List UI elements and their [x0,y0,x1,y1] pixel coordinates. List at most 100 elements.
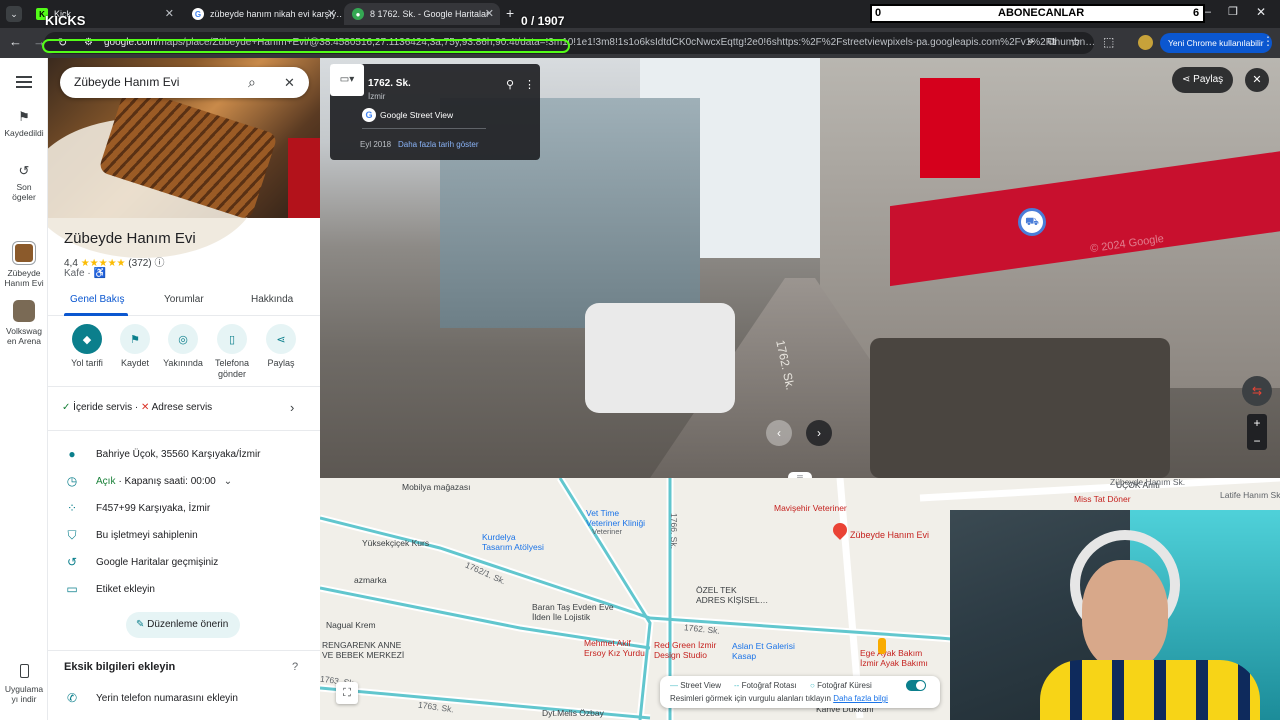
close-window-icon[interactable]: ✕ [1256,5,1266,19]
profile-avatar[interactable] [1138,35,1153,50]
restore-icon[interactable]: ❐ [1228,5,1238,18]
phone-icon [19,664,29,678]
rail-saved[interactable]: ⚑ Kaydedildi [0,109,48,138]
shield-icon: ⛉ [67,527,77,542]
tab-search-icon[interactable]: ⌄ [6,6,22,22]
back-icon[interactable]: ← [9,34,22,49]
map-label-zubeyde[interactable]: Zübeyde Hanım Evi [850,530,929,540]
map-label-yuksekcicek[interactable]: Yüksekçiçek Kurs [362,538,429,548]
tab-search[interactable]: G zübeyde hanım nikah evi karşıy… ✕ [184,3,342,25]
fullscreen-icon[interactable]: ⛶ [336,682,358,704]
action-directions[interactable]: ◆ Yol tarifi [62,324,112,368]
legend-sv: — Street View [670,681,721,690]
tab-maps[interactable]: ● 8 1762. Sk. - Google Haritalar ✕ [344,3,500,25]
action-share[interactable]: ⋖ Paylaş [256,324,306,368]
review-count[interactable]: (372) [128,258,151,269]
new-tab-icon[interactable]: + [506,5,514,21]
map-label-mavisehir[interactable]: Mavişehir Veteriner [774,503,847,513]
bookmark-star-icon[interactable]: ☆ [1070,35,1081,49]
subs-goal-left: 0 [875,7,882,19]
category: Kafe · [64,268,91,279]
rail-recent-label: Son ögeler [12,182,36,202]
map-label-azmarka[interactable]: azmarka [354,575,387,585]
search-icon[interactable]: ⌕ [248,67,256,98]
rail-recent[interactable]: ↺ Son ögeler [0,164,48,202]
info-icon[interactable]: ⓘ [154,258,164,269]
help-icon[interactable]: ? [292,661,298,673]
legend-more-link[interactable]: Daha fazla bilgi [833,694,888,703]
tab-reviews[interactable]: Yorumlar [164,294,204,305]
service-row[interactable]: ✓ İçeride servis · ✕ Adrese servis › [62,400,312,415]
street-label-1766: 1766. Sk. [668,513,679,549]
clear-search-icon[interactable]: ✕ [284,67,295,98]
rail-place-volkswagen[interactable]: Volkswag en Arena [0,300,48,346]
sv-close-button[interactable]: ✕ [1245,68,1269,92]
legend-toggle[interactable] [906,680,926,691]
sv-pin-icon[interactable]: ⚲ [506,78,514,91]
sv-more-icon[interactable]: ⋮ [524,78,535,91]
search-input-value: Zübeyde Hanım Evi [74,75,180,89]
action-label: Paylaş [267,358,295,368]
map-label-vettime[interactable]: Vet Time Veteriner Kliniği [586,508,645,528]
label: Etiket ekleyin [96,583,155,595]
compass-icon[interactable]: ⇆ [1242,376,1272,406]
close-tab-icon[interactable]: ✕ [327,7,336,20]
sv-source: Google Street View [380,110,454,120]
sv-prev-arrow[interactable]: ‹ [766,420,792,446]
chevron-right-icon: › [290,400,295,415]
map-label-misstat[interactable]: Miss Tat Döner [1074,494,1131,504]
location-pin-icon: ● [68,447,76,461]
sv-flag [920,78,980,178]
search-input[interactable]: Zübeyde Hanım Evi ⌕ ✕ [60,67,309,98]
map-label-nagual[interactable]: Nagual Krem [326,620,376,630]
rail-place-zubeyde[interactable]: Zübeyde Hanım Evi [0,242,48,288]
map-label-kurdelya[interactable]: Kurdelya Tasarım Atölyesi [482,532,544,552]
chrome-menu-icon[interactable]: ⋮ [1262,34,1274,48]
add-phone-row[interactable]: ✆ Yerin telefon numarasını ekleyin [48,685,320,711]
pegman-icon[interactable] [878,638,886,654]
action-save[interactable]: ⚑ Kaydet [110,324,160,368]
maps-pin-icon: ● [352,8,364,20]
action-nearby[interactable]: ◎ Yakınında [158,324,208,368]
extensions-icon[interactable]: ⬚ [1103,35,1114,49]
map-label-aslan[interactable]: Aslan Et Galerisi Kasap [732,641,795,661]
map-label-ozeltek[interactable]: ÖZEL TEK ADRES KİŞİSEL… [696,585,768,605]
tab-overview[interactable]: Genel Bakış [70,294,124,305]
plus-code-row[interactable]: ⁘ F457+99 Karşıyaka, İzmir [48,495,320,521]
tab-about[interactable]: Hakkında [251,294,293,305]
subs-goal-right: 6 [1193,7,1200,19]
address-row[interactable]: ● Bahriye Üçok, 35560 Karşıyaka/İzmir [48,441,320,467]
zoom-out-button[interactable]: − [1247,432,1267,450]
map-label-mobilya[interactable]: Mobilya mağazası [402,482,471,492]
zoom-in-button[interactable]: + [1247,414,1267,432]
street-view[interactable]: 1762. Sk. © 2024 Google ▭▾ 1762. Sk. İzm… [320,58,1280,478]
plus-code-icon: ⁘ [66,501,78,515]
action-send-phone[interactable]: ▯ Telefona gönder [206,324,258,380]
close-tab-icon[interactable]: ✕ [485,7,494,20]
hours-row[interactable]: ◷ Açık · Kapanış saati: 00:00 ⌄ [48,468,320,494]
hamburger-menu-icon[interactable] [16,76,32,88]
install-icon[interactable]: ⧉ [1048,36,1056,49]
map-label-melis[interactable]: Dyt.Melis Özbay [542,708,604,718]
map-label-mehmetakif[interactable]: Mehmet Akif Ersoy Kız Yurdu [584,638,645,658]
bookmark-icon: ⚑ [18,109,30,124]
sv-share-button[interactable]: ⋖ Paylaş [1172,67,1234,93]
new-chrome-badge[interactable]: Yeni Chrome kullanılabilir [1160,33,1272,53]
suggest-edit-button[interactable]: ✎ Düzenleme önerin [126,612,241,638]
label-row[interactable]: ▭ Etiket ekleyin [48,576,320,602]
sv-thumb[interactable]: ▭▾ [330,64,364,96]
tab-label: 8 1762. Sk. - Google Haritalar [370,9,490,19]
location-icon[interactable]: ⌖ [1028,36,1034,49]
map-label-baran[interactable]: Baran Taş Evden Eve İlden İle Lojistik [532,602,614,622]
close-tab-icon[interactable]: ✕ [165,7,174,20]
map-label-ege[interactable]: Ege Ayak Bakım İzmir Ayak Bakımı [860,648,928,668]
sv-shop-marker[interactable]: ⛟ [1018,208,1046,236]
sv-more-dates[interactable]: Daha fazla tarih göster [398,140,479,149]
map-label-redgreen[interactable]: Red Green İzmir Design Studio [654,640,716,660]
phone-send-icon: ▯ [217,324,247,354]
rail-get-app[interactable]: Uygulama yı indir [0,664,48,704]
map-label-rengarenk[interactable]: RENGARENK ANNE VE BEBEK MERKEZİ [322,640,404,660]
claim-row[interactable]: ⛉ Bu işletmeyi sahiplenin [48,522,320,548]
sv-next-arrow[interactable]: › [806,420,832,446]
history-row[interactable]: ↺ Google Haritalar geçmişiniz [48,549,320,575]
